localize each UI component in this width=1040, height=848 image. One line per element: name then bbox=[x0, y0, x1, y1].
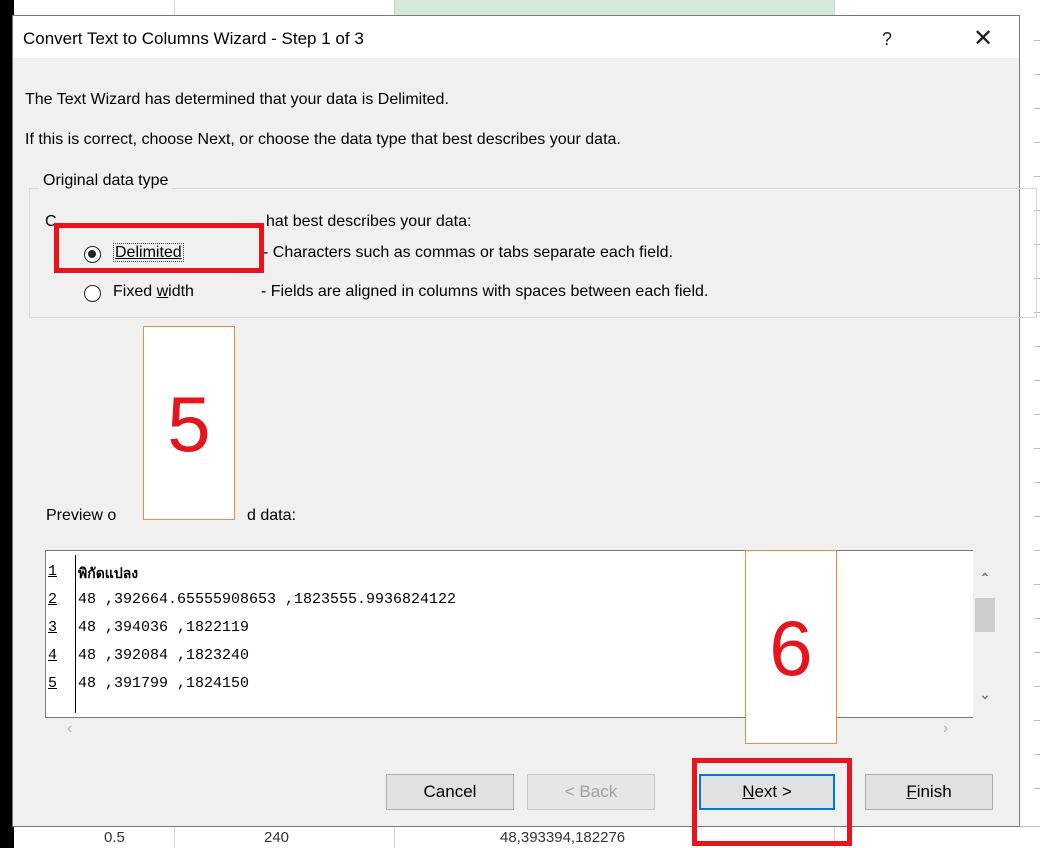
close-button[interactable]: ✕ bbox=[963, 24, 1003, 54]
row-gridline bbox=[1034, 754, 1040, 755]
dialog-titlebar: Convert Text to Columns Wizard - Step 1 … bbox=[13, 16, 1019, 58]
row-gridline bbox=[1034, 652, 1040, 653]
row-gridline bbox=[1034, 584, 1040, 585]
preview-row-text: พิกัดแปลง bbox=[78, 566, 139, 582]
finish-button[interactable]: Finish bbox=[865, 774, 993, 810]
wizard-instruction-text: If this is correct, choose Next, or choo… bbox=[25, 131, 621, 148]
preview-row-number: 1 bbox=[48, 563, 58, 580]
finish-button-label: inish bbox=[916, 782, 952, 801]
row-gridline bbox=[1034, 448, 1040, 449]
choose-file-type-text-end: hat best describes your data: bbox=[266, 213, 472, 230]
preview-row-text: 48 ,392084 ,1823240 bbox=[78, 647, 250, 664]
row-gridline bbox=[1034, 346, 1040, 347]
row-gridline bbox=[1034, 176, 1040, 177]
group-label: Original data type bbox=[39, 172, 173, 190]
preview-row-text: 48 ,391799 ,1824150 bbox=[78, 675, 250, 692]
fixed-width-label-post: idth bbox=[168, 283, 194, 300]
delimited-description: - Characters such as commas or tabs sepa… bbox=[263, 244, 673, 261]
scroll-left-icon[interactable]: ‹ bbox=[67, 720, 72, 738]
row-gridline bbox=[1034, 618, 1040, 619]
scroll-up-icon[interactable]: ⌃ bbox=[973, 570, 997, 587]
step-5-callout: 5 bbox=[143, 326, 235, 520]
row-gridline bbox=[1034, 516, 1040, 517]
help-button[interactable]: ? bbox=[867, 24, 907, 54]
delimited-highlight-box bbox=[54, 223, 264, 273]
fixed-width-label-pre: Fixed bbox=[113, 283, 157, 300]
preview-vertical-scrollbar[interactable]: ⌃ ⌄ bbox=[973, 550, 997, 718]
step-6-callout: 6 bbox=[745, 550, 837, 744]
scroll-right-icon[interactable]: › bbox=[943, 720, 948, 738]
row-gridline bbox=[1034, 720, 1040, 721]
fixed-width-label-accel: w bbox=[156, 283, 169, 300]
preview-label-start: Preview o bbox=[46, 507, 117, 524]
row-gridline bbox=[1034, 686, 1040, 687]
finish-button-accel: F bbox=[906, 782, 917, 801]
sheet-cell[interactable]: 0.5 bbox=[104, 829, 125, 846]
selected-column-header bbox=[394, 0, 834, 16]
preview-row-number: 4 bbox=[48, 647, 58, 664]
row-gridline bbox=[1034, 788, 1040, 789]
row-gridline bbox=[1034, 482, 1040, 483]
preview-row-number: 3 bbox=[48, 619, 58, 636]
preview-label-end: d data: bbox=[247, 507, 296, 524]
row-gridline bbox=[1034, 550, 1040, 551]
row-gridline bbox=[1034, 142, 1040, 143]
wizard-determined-text: The Text Wizard has determined that your… bbox=[25, 91, 449, 108]
sheet-cell[interactable]: 48,393394,182276 bbox=[500, 829, 625, 846]
sheet-cell[interactable]: 240 bbox=[264, 829, 289, 846]
dialog-title: Convert Text to Columns Wizard - Step 1 … bbox=[23, 29, 364, 48]
fixed-width-radio[interactable] bbox=[84, 285, 101, 302]
row-gridline bbox=[1034, 74, 1040, 75]
row-gridline bbox=[1034, 380, 1040, 381]
cancel-button[interactable]: Cancel bbox=[386, 774, 514, 810]
row-gridline bbox=[1034, 414, 1040, 415]
back-button[interactable]: < Back bbox=[527, 774, 655, 810]
fixed-width-label[interactable]: Fixed width bbox=[113, 283, 194, 301]
row-gridline bbox=[1034, 108, 1040, 109]
row-gridline bbox=[1034, 40, 1040, 41]
preview-row-number: 2 bbox=[48, 591, 58, 608]
sheet-bottom-row: 0.5 240 48,393394,182276 bbox=[14, 826, 1040, 848]
next-button-highlight-box bbox=[692, 758, 852, 846]
scroll-thumb[interactable] bbox=[975, 598, 995, 632]
preview-row-text: 48 ,392664.65555908653 ,1823555.99368241… bbox=[78, 591, 457, 608]
scroll-down-icon[interactable]: ⌄ bbox=[973, 686, 997, 703]
preview-row-number: 5 bbox=[48, 675, 58, 692]
fixed-width-description: - Fields are aligned in columns with spa… bbox=[261, 283, 709, 300]
preview-row-text: 48 ,394036 ,1822119 bbox=[78, 619, 250, 636]
